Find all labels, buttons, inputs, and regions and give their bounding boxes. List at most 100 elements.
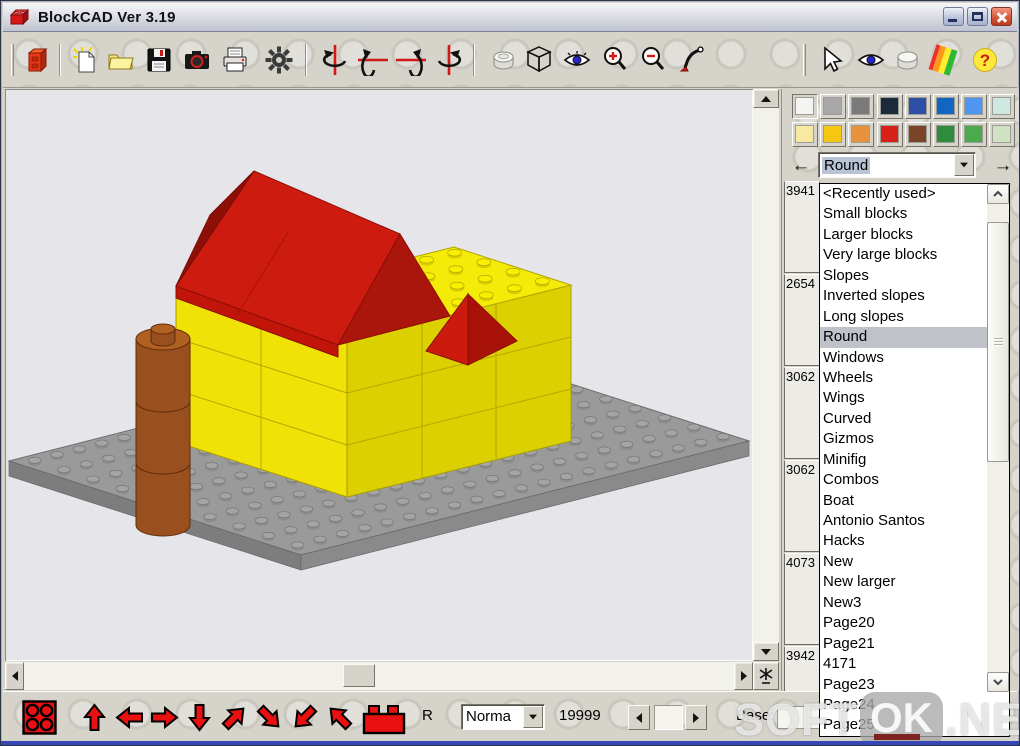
zoom-out-icon[interactable] xyxy=(635,41,671,79)
rotate-x-ccw-icon[interactable] xyxy=(355,41,391,79)
cursor-arrow-icon[interactable] xyxy=(813,41,849,79)
part-cell[interactable]: 2654 xyxy=(784,274,820,366)
next-category-button[interactable]: → xyxy=(990,153,1016,178)
category-item[interactable]: New xyxy=(820,552,987,572)
move-up-left-button[interactable] xyxy=(324,702,355,734)
category-item[interactable]: Round xyxy=(820,327,987,348)
scroll-right-button[interactable] xyxy=(734,662,753,690)
category-item[interactable]: Wheels xyxy=(820,368,987,388)
part-cell[interactable]: 3941 xyxy=(784,181,820,273)
rotate-y-cw-icon[interactable] xyxy=(431,41,467,79)
palette-swatch[interactable] xyxy=(792,122,818,147)
brick-exit-icon[interactable] xyxy=(19,41,55,79)
category-item[interactable]: Very large blocks xyxy=(820,245,987,265)
close-button[interactable] xyxy=(991,7,1012,26)
category-item[interactable]: Antonio Santos xyxy=(820,511,987,531)
save-icon[interactable] xyxy=(141,41,177,79)
category-item[interactable]: <Recently used> xyxy=(820,184,987,204)
move-down-button[interactable] xyxy=(184,702,215,734)
category-item[interactable]: Small blocks xyxy=(820,204,987,224)
title-bar[interactable]: BlockCAD Ver 3.19 xyxy=(3,3,1017,32)
palette-swatch[interactable] xyxy=(792,94,818,119)
scroll-down-button[interactable] xyxy=(753,642,779,661)
category-item[interactable]: Combos xyxy=(820,470,987,490)
palette-swatch[interactable] xyxy=(904,94,931,119)
center-view-button[interactable] xyxy=(753,662,779,690)
category-item[interactable]: Hacks xyxy=(820,531,987,551)
category-item[interactable]: 4171 xyxy=(820,654,987,674)
category-combobox[interactable]: Round xyxy=(818,152,976,178)
scroll-down-button[interactable] xyxy=(987,672,1009,692)
palette-swatch[interactable] xyxy=(989,122,1016,147)
category-item[interactable]: Slopes xyxy=(820,266,987,286)
part-cell[interactable]: 3062 xyxy=(784,460,820,552)
palette-swatch[interactable] xyxy=(989,94,1016,119)
wireframe-cube-icon[interactable] xyxy=(521,41,557,79)
toolbar-grip[interactable] xyxy=(803,44,806,76)
category-item[interactable]: Minifig xyxy=(820,450,987,470)
scrollbar-thumb[interactable] xyxy=(987,222,1009,462)
step-value-box[interactable] xyxy=(654,705,683,730)
rotate-x-cw-icon[interactable] xyxy=(393,41,429,79)
rotate-y-ccw-icon[interactable] xyxy=(317,41,353,79)
category-item[interactable]: Page21 xyxy=(820,634,987,654)
scrollbar-thumb[interactable] xyxy=(343,664,375,687)
category-item[interactable]: Curved xyxy=(820,409,987,429)
new-file-icon[interactable] xyxy=(67,41,103,79)
palette-swatch[interactable] xyxy=(820,122,847,147)
scroll-up-button[interactable] xyxy=(753,89,779,108)
view-mode-combobox[interactable]: Norma xyxy=(461,704,545,730)
view-eye-icon[interactable] xyxy=(853,41,889,79)
print-icon[interactable] xyxy=(217,41,253,79)
stud-top-icon[interactable] xyxy=(889,41,925,79)
stud-top-icon[interactable] xyxy=(485,41,521,79)
canvas-vertical-scrollbar[interactable] xyxy=(753,89,779,661)
palette-swatch[interactable] xyxy=(961,94,988,119)
category-item[interactable]: New larger xyxy=(820,572,987,592)
category-item[interactable]: Windows xyxy=(820,348,987,368)
palette-swatch[interactable] xyxy=(904,122,931,147)
part-cell[interactable]: 3062 xyxy=(784,367,820,459)
move-up-right-button[interactable] xyxy=(219,702,250,734)
move-down-left-button[interactable] xyxy=(289,702,320,734)
rotate-mode-label[interactable]: R xyxy=(422,707,433,724)
category-item[interactable]: Long slopes xyxy=(820,307,987,327)
palette-swatch[interactable] xyxy=(848,94,875,119)
settings-gear-icon[interactable] xyxy=(261,41,297,79)
model-canvas[interactable] xyxy=(5,89,753,661)
palette-swatch[interactable] xyxy=(961,122,988,147)
move-down-right-button[interactable] xyxy=(254,702,285,734)
zoom-in-icon[interactable] xyxy=(597,41,633,79)
move-right-button[interactable] xyxy=(149,702,180,734)
view-eye-icon[interactable] xyxy=(559,41,595,79)
palette-swatch[interactable] xyxy=(933,94,959,119)
category-item[interactable]: Inverted slopes xyxy=(820,286,987,306)
help-icon[interactable]: ? xyxy=(967,41,1003,79)
rainbow-colors-icon[interactable] xyxy=(925,41,961,79)
step-back-button[interactable] xyxy=(628,705,650,730)
view-mode-dropdown-button[interactable] xyxy=(523,706,543,728)
move-up-button[interactable] xyxy=(79,702,110,734)
canvas-horizontal-scrollbar[interactable] xyxy=(5,662,753,690)
category-item[interactable]: Gizmos xyxy=(820,429,987,449)
crowbar-tool-icon[interactable] xyxy=(675,41,711,79)
palette-swatch[interactable] xyxy=(933,122,959,147)
palette-swatch[interactable] xyxy=(876,94,903,119)
move-left-button[interactable] xyxy=(114,702,145,734)
camera-icon[interactable] xyxy=(179,41,215,79)
category-item[interactable]: Larger blocks xyxy=(820,225,987,245)
palette-swatch[interactable] xyxy=(820,94,847,119)
red-brick-icon[interactable] xyxy=(361,702,409,736)
open-folder-icon[interactable] xyxy=(103,41,139,79)
minimize-button[interactable] xyxy=(943,7,964,26)
toolbar-grip[interactable] xyxy=(11,44,14,76)
category-item[interactable]: New3 xyxy=(820,593,987,613)
maximize-button[interactable] xyxy=(967,7,988,26)
plate-2x2-icon[interactable] xyxy=(21,699,58,736)
part-cell[interactable]: 4073 xyxy=(784,553,820,645)
step-forward-button[interactable] xyxy=(685,705,707,730)
category-item[interactable]: Boat xyxy=(820,491,987,511)
category-item[interactable]: Page20 xyxy=(820,613,987,633)
dropdown-scrollbar[interactable] xyxy=(987,184,1009,692)
category-dropdown-button[interactable] xyxy=(954,154,974,176)
